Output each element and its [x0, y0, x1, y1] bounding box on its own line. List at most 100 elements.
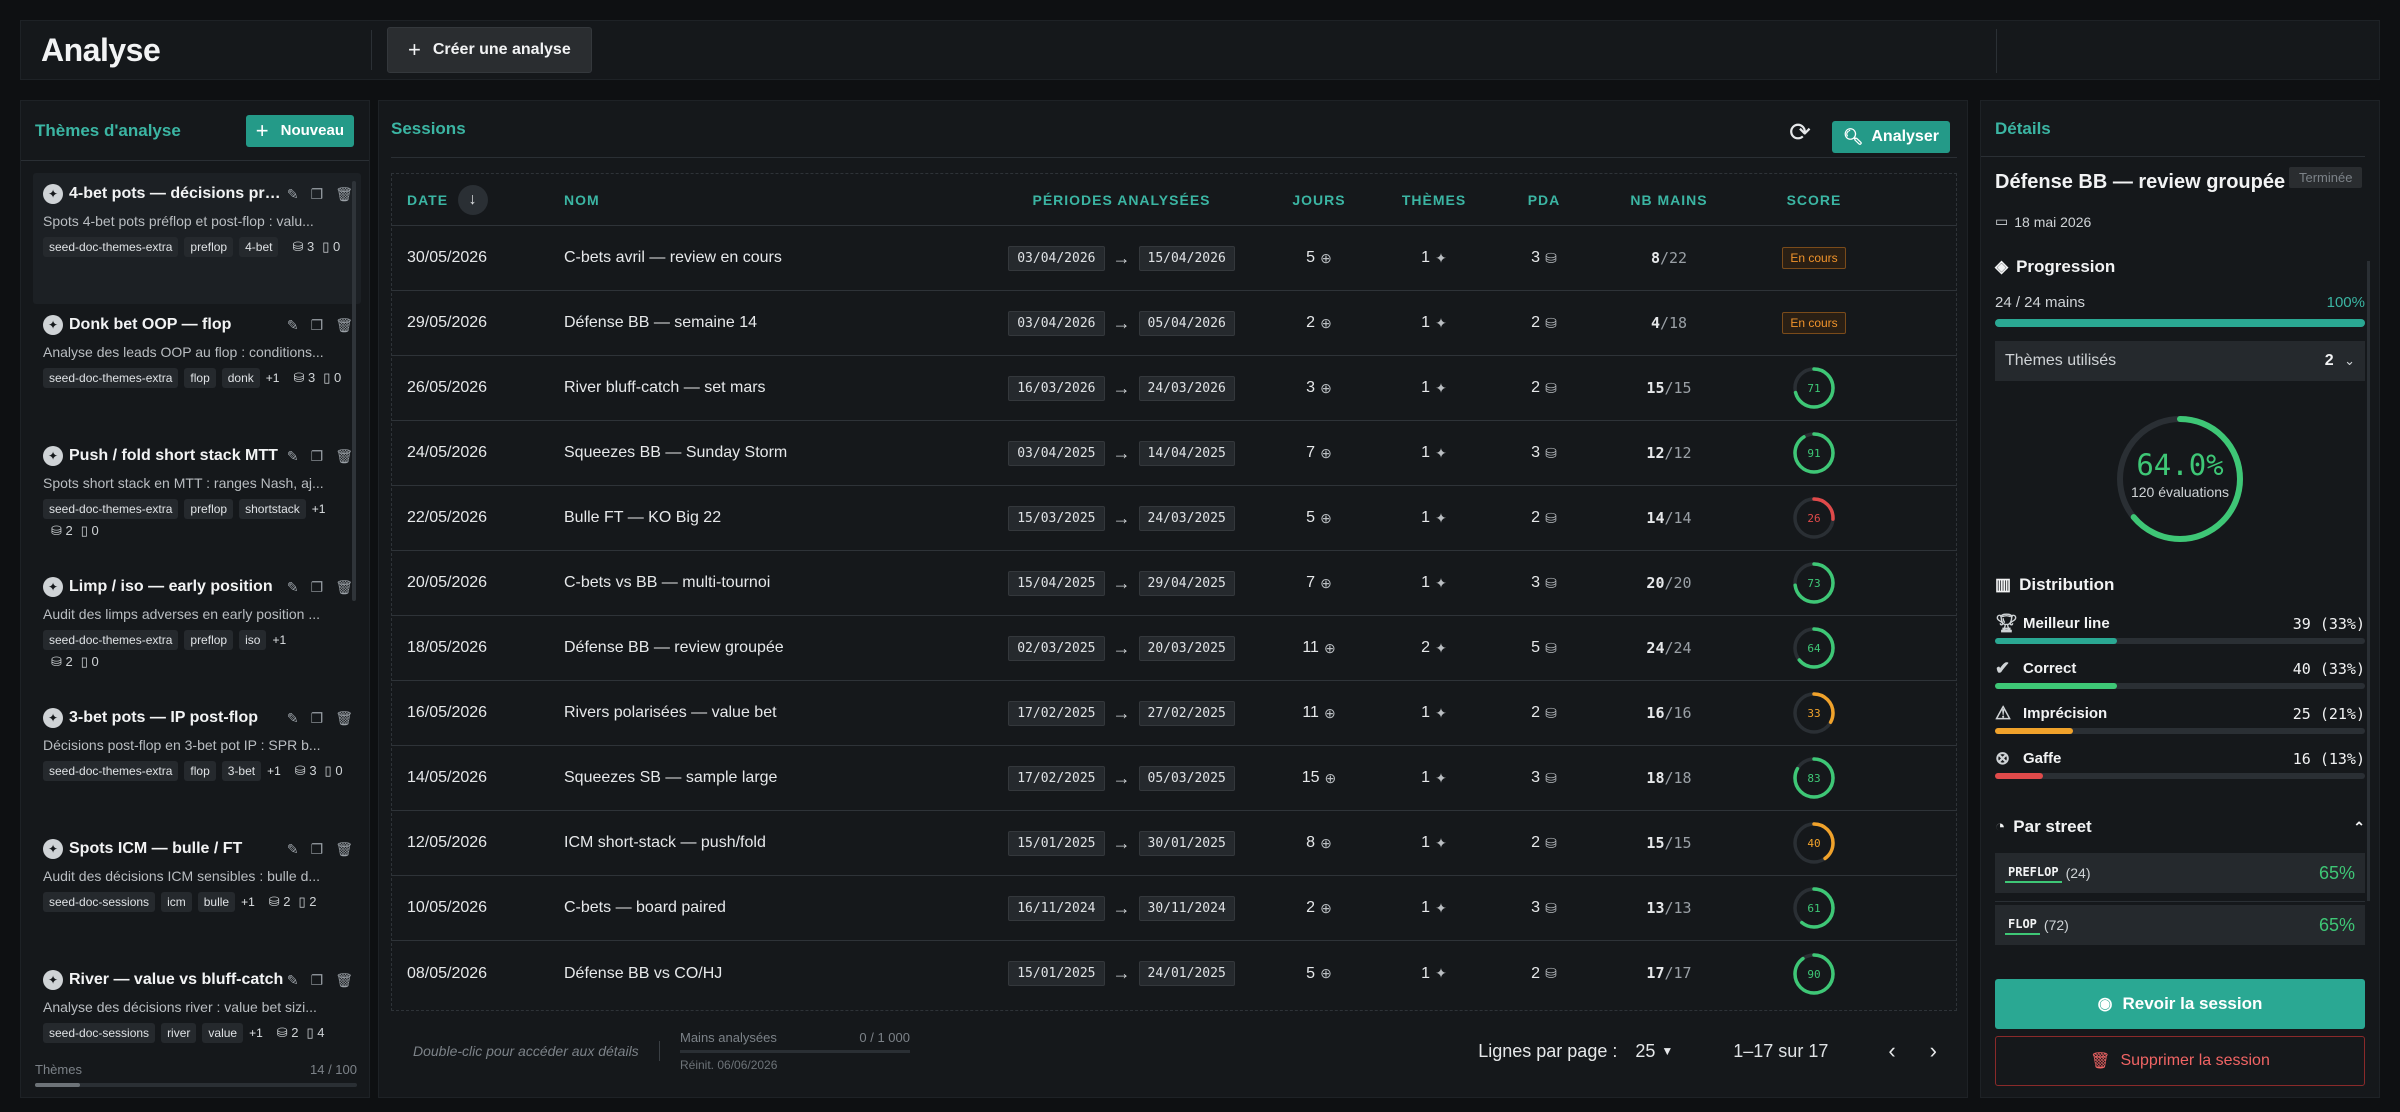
duplicate-icon[interactable]: ❐ — [311, 841, 324, 858]
table-row[interactable]: 08/05/2026 Défense BB vs CO/HJ 15/01/202… — [392, 941, 1956, 1006]
delete-icon[interactable]: 🗑︎ — [335, 186, 353, 203]
street-row[interactable]: FLOP (72) 65% — [1995, 905, 2365, 945]
pda-value: 3 — [1531, 574, 1541, 591]
table-row[interactable]: 26/05/2026 River bluff-catch — set mars … — [392, 356, 1956, 421]
zoom-icon[interactable]: ⊕ — [1320, 445, 1332, 462]
theme-tag: 3-bet — [221, 761, 262, 781]
distribution-label: Meilleur line — [2023, 615, 2110, 632]
theme-item[interactable]: ✦ River — value vs bluff-catch ✎ ❐ 🗑︎ An… — [33, 959, 361, 1043]
duplicate-icon[interactable]: ❐ — [311, 972, 324, 989]
themes-used-toggle[interactable]: Thèmes utilisés 2 ⌄ — [1995, 341, 2365, 381]
table-row[interactable]: 12/05/2026 ICM short-stack — push/fold 1… — [392, 811, 1956, 876]
duplicate-icon[interactable]: ❐ — [311, 186, 324, 203]
analyze-button[interactable]: 🔍︎ Analyser — [1832, 121, 1950, 153]
table-row[interactable]: 20/05/2026 C-bets vs BB — multi-tournoi … — [392, 551, 1956, 616]
delete-icon[interactable]: 🗑︎ — [335, 841, 353, 858]
chevron-right-icon[interactable]: › — [1930, 1038, 1937, 1064]
column-periods[interactable]: PÉRIODES ANALYSÉES — [984, 192, 1259, 208]
zoom-icon[interactable]: ⊕ — [1320, 380, 1332, 397]
edit-icon[interactable]: ✎ — [287, 186, 299, 203]
column-pda[interactable]: PDA — [1489, 192, 1599, 208]
table-row[interactable]: 30/05/2026 C-bets avril — review en cour… — [392, 226, 1956, 291]
delete-icon[interactable]: 🗑︎ — [335, 972, 353, 989]
theme-item[interactable]: ✦ Spots ICM — bulle / FT ✎ ❐ 🗑︎ Audit de… — [33, 828, 361, 959]
column-hands[interactable]: NB MAINS — [1599, 192, 1739, 208]
double-click-hint: Double-clic pour accéder aux détails — [413, 1043, 639, 1059]
zoom-icon[interactable]: ⊕ — [1320, 250, 1332, 267]
cell-periods: 02/03/2025 → 20/03/2025 — [984, 635, 1259, 661]
theme-icon: ✦ — [1435, 379, 1447, 396]
delete-session-button[interactable]: 🗑︎ Supprimer la session — [1995, 1036, 2365, 1086]
table-row[interactable]: 14/05/2026 Squeezes SB — sample large 17… — [392, 746, 1956, 811]
edit-icon[interactable]: ✎ — [287, 841, 299, 858]
zoom-icon[interactable]: ⊕ — [1320, 315, 1332, 332]
cell-date: 29/05/2026 — [407, 314, 488, 331]
edit-icon[interactable]: ✎ — [287, 448, 299, 465]
table-row[interactable]: 29/05/2026 Défense BB — semaine 14 03/04… — [392, 291, 1956, 356]
duplicate-icon[interactable]: ❐ — [311, 317, 324, 334]
zoom-icon[interactable]: ⊕ — [1324, 705, 1336, 722]
chevron-left-icon[interactable]: ‹ — [1888, 1038, 1895, 1064]
duplicate-icon[interactable]: ❐ — [311, 448, 324, 465]
create-analysis-button[interactable]: + Créer une analyse — [387, 27, 592, 73]
score-ring: 26 — [1793, 497, 1835, 539]
pda-value: 3 — [1531, 769, 1541, 786]
edit-icon[interactable]: ✎ — [287, 317, 299, 334]
themes-panel-title: Thèmes d'analyse — [35, 120, 181, 140]
table-row[interactable]: 18/05/2026 Défense BB — review groupée 0… — [392, 616, 1956, 681]
zoom-icon[interactable]: ⊕ — [1325, 770, 1337, 787]
column-name[interactable]: NOM — [564, 192, 984, 208]
street-row[interactable]: PREFLOP (24) 65% — [1995, 853, 2365, 893]
rows-per-page-select[interactable]: 25 ▼ — [1635, 1041, 1673, 1062]
theme-list-scrollbar[interactable] — [352, 181, 356, 601]
edit-icon[interactable]: ✎ — [287, 579, 299, 596]
zoom-icon[interactable]: ⊕ — [1320, 965, 1332, 982]
theme-item[interactable]: ✦ 4-bet pots — décisions préflop et post… — [33, 173, 361, 304]
delete-icon[interactable]: 🗑︎ — [335, 448, 353, 465]
arrow-right-icon: → — [1112, 832, 1131, 853]
theme-tags: seed-doc-themes-extra flop donk +1 ⛁ 3 ▯ 0 — [43, 368, 343, 388]
details-scrollbar[interactable] — [2367, 261, 2370, 901]
refresh-icon[interactable]: ⟳ — [1787, 119, 1813, 145]
table-row[interactable]: 24/05/2026 Squeezes BB — Sunday Storm 03… — [392, 421, 1956, 486]
duplicate-icon[interactable]: ❐ — [311, 579, 324, 596]
zoom-icon[interactable]: ⊕ — [1320, 835, 1332, 852]
duplicate-icon[interactable]: ❐ — [311, 710, 324, 727]
table-row[interactable]: 10/05/2026 C-bets — board paired 16/11/2… — [392, 876, 1956, 941]
delete-icon[interactable]: 🗑︎ — [335, 317, 353, 334]
chips-icon: ⛁ — [1545, 444, 1557, 461]
delete-icon[interactable]: 🗑︎ — [335, 710, 353, 727]
hands-total: /16 — [1664, 703, 1692, 722]
zoom-icon[interactable]: ⊕ — [1320, 510, 1332, 527]
edit-icon[interactable]: ✎ — [287, 972, 299, 989]
new-theme-button[interactable]: + Nouveau — [245, 114, 354, 147]
column-score[interactable]: SCORE — [1739, 192, 1889, 208]
period-start: 03/04/2026 — [1008, 245, 1105, 271]
cell-name: Bulle FT — KO Big 22 — [564, 509, 722, 526]
theme-item[interactable]: ✦ Limp / iso — early position ✎ ❐ 🗑︎ Aud… — [33, 566, 361, 697]
review-session-button[interactable]: ◉ Revoir la session — [1995, 979, 2365, 1029]
zoom-icon[interactable]: ⊕ — [1324, 640, 1336, 657]
themes-value: 1 — [1421, 574, 1431, 591]
theme-list[interactable]: ✦ 4-bet pots — décisions préflop et post… — [33, 173, 361, 1043]
sort-desc-icon[interactable]: ↓ — [458, 184, 489, 215]
theme-description: Spots short stack en MTT : ranges Nash, … — [43, 475, 324, 491]
themes-value: 1 — [1421, 379, 1431, 396]
theme-item[interactable]: ✦ 3-bet pots — IP post-flop ✎ ❐ 🗑︎ Décis… — [33, 697, 361, 828]
street-heading[interactable]: ◔ Par street ⌃ — [1995, 817, 2365, 837]
zoom-icon[interactable]: ⊕ — [1320, 575, 1332, 592]
column-themes[interactable]: THÈMES — [1379, 192, 1489, 208]
theme-item[interactable]: ✦ Donk bet OOP — flop ✎ ❐ 🗑︎ Analyse des… — [33, 304, 361, 435]
chevron-up-icon[interactable]: ⌃ — [2353, 819, 2365, 836]
zoom-icon[interactable]: ⊕ — [1320, 900, 1332, 917]
column-days[interactable]: JOURS — [1259, 192, 1379, 208]
table-row[interactable]: 16/05/2026 Rivers polarisées — value bet… — [392, 681, 1956, 746]
theme-item[interactable]: ✦ Push / fold short stack MTT ✎ ❐ 🗑︎ Spo… — [33, 435, 361, 566]
hands-total: /20 — [1664, 573, 1692, 592]
edit-icon[interactable]: ✎ — [287, 710, 299, 727]
street-percent: 65% — [2318, 862, 2355, 883]
table-row[interactable]: 22/05/2026 Bulle FT — KO Big 22 15/03/20… — [392, 486, 1956, 551]
column-date[interactable]: DATE ↓ — [392, 184, 564, 215]
delete-icon[interactable]: 🗑︎ — [335, 579, 353, 596]
cell-date: 24/05/2026 — [407, 444, 488, 461]
